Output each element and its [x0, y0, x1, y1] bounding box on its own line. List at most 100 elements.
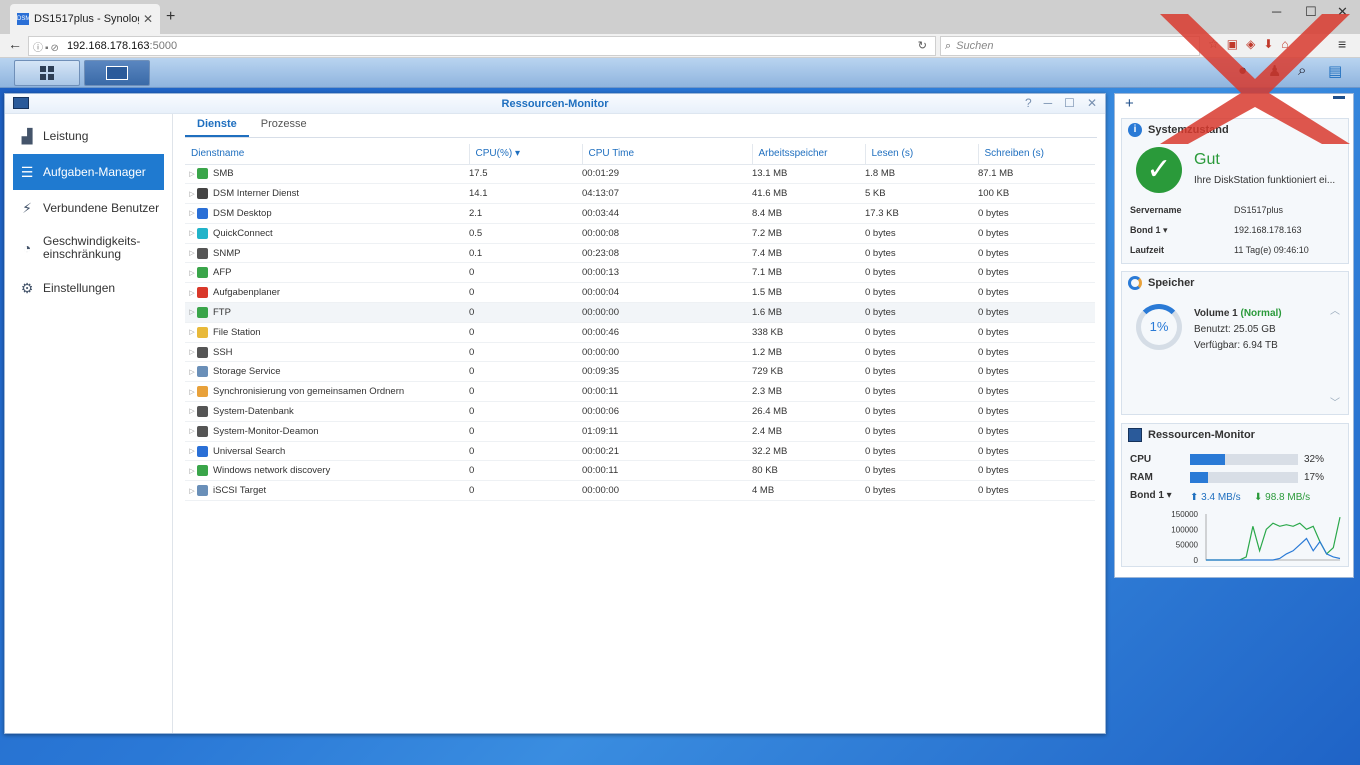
- chart-axis: [1205, 514, 1340, 561]
- bond-dropdown[interactable]: Bond 1 ▾: [1130, 490, 1172, 501]
- cell-write: 0 bytes: [978, 480, 1095, 502]
- table-row[interactable]: ▷ System-Monitor-Deamon 0 01:09:11 2.4 MB 0 b…: [185, 421, 1095, 442]
- column-header-cpu[interactable]: CPU(%) ▾: [468, 144, 582, 165]
- tab-dienste[interactable]: Dienste: [185, 114, 249, 137]
- table-row[interactable]: ▷ FTP 0 00:00:00 1.6 MB 0 bytes 0 bytes: [185, 302, 1095, 323]
- chevron-down-icon[interactable]: ﹀: [1330, 394, 1340, 409]
- reload-icon[interactable]: ↻: [918, 39, 927, 52]
- main-menu-button[interactable]: [14, 60, 80, 86]
- browser-tab[interactable]: DSM DS1517plus - Synology Disk... ✕: [10, 4, 160, 34]
- sidebar-item-aufgaben-manager[interactable]: ☰ Aufgaben-Manager: [13, 154, 164, 190]
- column-header-cpu-time[interactable]: CPU Time: [581, 144, 752, 165]
- expand-arrow-icon[interactable]: ▷: [187, 170, 197, 178]
- cell-read: 0 bytes: [865, 302, 978, 323]
- pin-icon[interactable]: [1333, 96, 1345, 108]
- chevron-up-icon[interactable]: ︿: [1330, 302, 1340, 317]
- sidebar-item-label: Aufgaben-Manager: [43, 165, 146, 179]
- series-line-0: [1206, 516, 1341, 561]
- clipboard-icon[interactable]: ▣: [1227, 37, 1238, 51]
- user-icon[interactable]: ♟: [1268, 62, 1281, 80]
- services-table: Dienstname CPU(%) ▾ CPU Time Arbeitsspei…: [185, 144, 1095, 502]
- maximize-button[interactable]: ☐: [1064, 96, 1075, 110]
- window-close-button[interactable]: ✕: [1337, 4, 1348, 20]
- cell-cpu: 0: [469, 262, 582, 284]
- table-row[interactable]: ▷ Synchronisierung von gemeinsamen Ordner…: [185, 381, 1095, 403]
- tab-close-button[interactable]: ✕: [143, 12, 153, 26]
- tab-prozesse[interactable]: Prozesse: [249, 114, 319, 137]
- table-row[interactable]: ▷ DSM Interner Dienst 14.1 04:13:07 41.6 MB 5…: [185, 183, 1095, 205]
- task-manager-content: Dienste Prozesse Dienstname CPU(%) ▾ CPU…: [185, 114, 1097, 733]
- table-body: ▷ SMB 17.5 00:01:29 13.1 MB 1.8 MB 87.1 MB ▷ DSM…: [185, 164, 1095, 502]
- expand-arrow-icon[interactable]: ▷: [187, 388, 197, 396]
- table-row[interactable]: ▷ File Station 0 00:00:46 338 KB 0 bytes 0 byt…: [185, 322, 1095, 343]
- column-header-memory[interactable]: Arbeitsspeicher: [751, 144, 865, 165]
- table-row[interactable]: ▷ Aufgabenplaner 0 00:00:04 1.5 MB 0 bytes 0 b…: [185, 282, 1095, 304]
- column-header-read[interactable]: Lesen (s): [864, 144, 978, 165]
- hamburger-menu-icon[interactable]: ≡: [1338, 36, 1346, 52]
- expand-arrow-icon[interactable]: ▷: [187, 487, 197, 495]
- expand-arrow-icon[interactable]: ▷: [187, 348, 197, 356]
- table-row[interactable]: ▷ iSCSI Target 0 00:00:00 4 MB 0 bytes 0 bytes: [185, 480, 1095, 502]
- expand-arrow-icon[interactable]: ▷: [187, 328, 197, 336]
- cell-mem: 1.6 MB: [752, 302, 865, 323]
- expand-arrow-icon[interactable]: ▷: [187, 190, 197, 198]
- table-row[interactable]: ▷ QuickConnect 0.5 00:00:08 7.2 MB 0 bytes 0 b…: [185, 223, 1095, 244]
- back-arrow-icon[interactable]: ←: [8, 36, 22, 52]
- expand-arrow-icon[interactable]: ▷: [187, 249, 197, 257]
- close-button[interactable]: ✕: [1087, 96, 1097, 110]
- sidebar-item-label: Einstellungen: [43, 281, 116, 295]
- site-info-icon[interactable]: ⓘ▪⊘: [33, 39, 61, 54]
- home-icon[interactable]: ⌂: [1281, 37, 1288, 51]
- dsm-taskbar: ● ♟ ⌕ ▤: [0, 58, 1360, 88]
- cell-read: 0 bytes: [865, 441, 978, 462]
- expand-arrow-icon[interactable]: ▷: [187, 427, 197, 435]
- expand-arrow-icon[interactable]: ▷: [187, 269, 197, 277]
- table-row[interactable]: ▷ DSM Desktop 2.1 00:03:44 8.4 MB 17.3 KB 0 by…: [185, 203, 1095, 224]
- expand-arrow-icon[interactable]: ▷: [187, 368, 197, 376]
- table-row[interactable]: ▷ SMB 17.5 00:01:29 13.1 MB 1.8 MB 87.1 MB: [185, 164, 1095, 185]
- expand-arrow-icon[interactable]: ▷: [187, 447, 197, 455]
- bond-dropdown[interactable]: Bond 1 ▾: [1130, 225, 1168, 236]
- new-tab-button[interactable]: +: [166, 8, 175, 26]
- cell-cpu: 0: [469, 401, 582, 422]
- download-icon[interactable]: ⬇: [1263, 37, 1273, 51]
- chat-icon[interactable]: ●: [1238, 62, 1247, 79]
- table-row[interactable]: ▷ System-Datenbank 0 00:00:06 26.4 MB 0 bytes…: [185, 401, 1095, 422]
- resource-monitor-taskbar-button[interactable]: [84, 60, 150, 86]
- table-row[interactable]: ▷ AFP 0 00:00:13 7.1 MB 0 bytes 0 bytes: [185, 262, 1095, 284]
- window-minimize-button[interactable]: ─: [1272, 4, 1281, 19]
- search-icon[interactable]: ⌕: [1298, 62, 1306, 79]
- table-row[interactable]: ▷ Universal Search 0 00:00:21 32.2 MB 0 bytes…: [185, 441, 1095, 462]
- minimize-button[interactable]: ─: [1044, 96, 1053, 110]
- window-titlebar[interactable]: Ressourcen-Monitor ? ─ ☐ ✕: [5, 94, 1105, 114]
- cell-time: 00:00:21: [582, 441, 752, 462]
- pocket-icon[interactable]: ◈: [1246, 37, 1255, 51]
- add-widget-button[interactable]: +: [1125, 95, 1134, 112]
- help-button[interactable]: ?: [1025, 96, 1032, 110]
- column-header-name[interactable]: Dienstname: [185, 144, 469, 165]
- table-row[interactable]: ▷ SNMP 0.1 00:23:08 7.4 MB 0 bytes 0 bytes: [185, 243, 1095, 264]
- cell-cpu: 0: [469, 421, 582, 442]
- sidebar-item-leistung[interactable]: ▟ Leistung: [13, 118, 164, 154]
- table-row[interactable]: ▷ SSH 0 00:00:00 1.2 MB 0 bytes 0 bytes: [185, 342, 1095, 363]
- expand-arrow-icon[interactable]: ▷: [187, 467, 197, 475]
- cell-mem: 7.1 MB: [752, 262, 865, 284]
- sidebar: ▟ Leistung ☰ Aufgaben-Manager ⚡ Verbunde…: [5, 114, 173, 733]
- expand-arrow-icon[interactable]: ▷: [187, 407, 197, 415]
- sidebar-item-verbundene-benutzer[interactable]: ⚡ Verbundene Benutzer: [13, 190, 164, 226]
- column-header-write[interactable]: Schreiben (s): [977, 144, 1095, 165]
- expand-arrow-icon[interactable]: ▷: [187, 209, 197, 217]
- widgets-icon[interactable]: ▤: [1328, 62, 1342, 80]
- url-bar[interactable]: ⓘ▪⊘ 192.168.178.163 :5000 ↻: [28, 36, 936, 56]
- search-input[interactable]: ⌕ Suchen: [940, 36, 1200, 56]
- sidebar-item-geschwindigkeit[interactable]: ◔ Geschwindigkeits- einschränkung: [13, 226, 164, 270]
- bookmark-star-icon[interactable]: ☆: [1208, 37, 1219, 51]
- table-row[interactable]: ▷ Windows network discovery 0 00:00:11 80 KB…: [185, 460, 1095, 482]
- expand-arrow-icon[interactable]: ▷: [187, 289, 197, 297]
- expand-arrow-icon[interactable]: ▷: [187, 229, 197, 237]
- table-row[interactable]: ▷ Storage Service 0 00:09:35 729 KB 0 bytes 0 …: [185, 361, 1095, 383]
- sidebar-item-einstellungen[interactable]: ⚙ Einstellungen: [13, 270, 164, 306]
- window-maximize-button[interactable]: ☐: [1305, 4, 1317, 20]
- expand-arrow-icon[interactable]: ▷: [187, 308, 197, 316]
- cell-mem: 7.2 MB: [752, 223, 865, 244]
